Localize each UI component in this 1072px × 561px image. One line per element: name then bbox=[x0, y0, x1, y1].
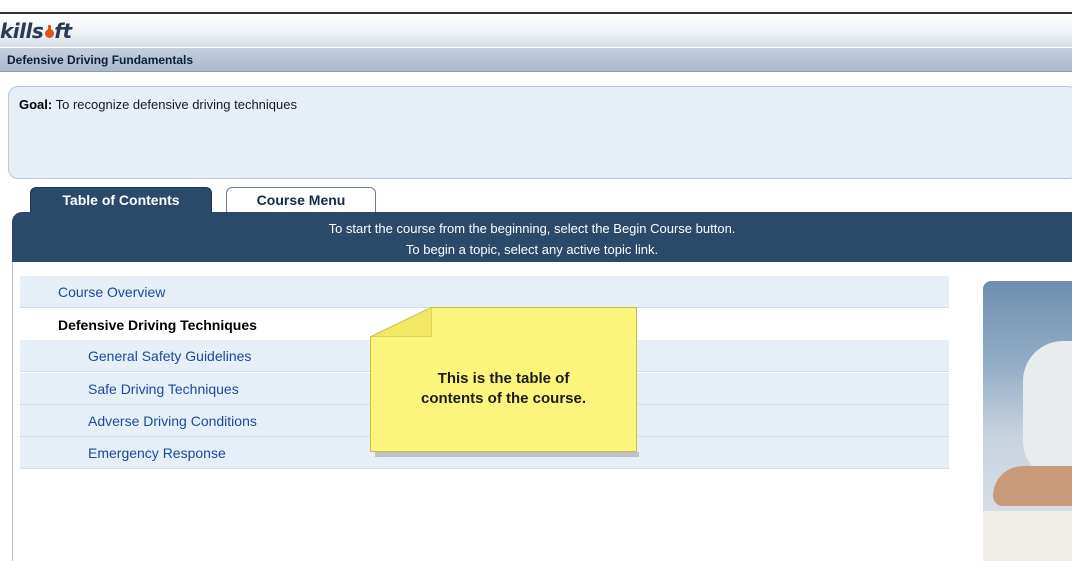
callout-line-2: contents of the course. bbox=[420, 390, 587, 407]
course-title-bar: Defensive Driving Fundamentals bbox=[0, 48, 1072, 72]
toc-link-general-safety-guidelines[interactable]: General Safety Guidelines bbox=[88, 348, 251, 364]
tab-course-menu[interactable]: Course Menu bbox=[226, 187, 376, 213]
goal-panel: Goal: To recognize defensive driving tec… bbox=[8, 86, 1072, 179]
goal-description: To recognize defensive driving technique… bbox=[52, 97, 297, 112]
toc-link-course-overview[interactable]: Course Overview bbox=[58, 284, 165, 300]
tab-table-of-contents[interactable]: Table of Contents bbox=[30, 187, 212, 213]
course-title: Defensive Driving Fundamentals bbox=[7, 53, 194, 67]
toc-link-adverse-driving-conditions[interactable]: Adverse Driving Conditions bbox=[88, 413, 257, 429]
banner-line-2: To begin a topic, select any active topi… bbox=[405, 242, 659, 257]
banner-line-1: To start the course from the beginning, … bbox=[328, 221, 736, 236]
callout-text: This is the table of contents of the cou… bbox=[370, 369, 637, 409]
toc-link-safe-driving-techniques[interactable]: Safe Driving Techniques bbox=[88, 381, 239, 397]
instructions-banner: To start the course from the beginning, … bbox=[12, 212, 1072, 262]
logo-text-left: kills bbox=[0, 19, 44, 43]
toc-link-emergency-response[interactable]: Emergency Response bbox=[88, 445, 226, 461]
callout-fold-icon bbox=[370, 307, 432, 337]
logo-mark-icon bbox=[43, 25, 55, 39]
skillsoft-logo: kills ft bbox=[0, 19, 72, 43]
callout-shadow bbox=[375, 452, 639, 457]
toc-section-heading: Defensive Driving Techniques bbox=[58, 317, 257, 333]
callout-note: This is the table of contents of the cou… bbox=[370, 307, 639, 457]
callout-line-1: This is the table of bbox=[437, 370, 570, 387]
logo-text-right: ft bbox=[54, 19, 72, 43]
goal-text: Goal: To recognize defensive driving tec… bbox=[19, 97, 297, 112]
top-rule bbox=[0, 0, 1072, 14]
toc-row-course-overview[interactable]: Course Overview bbox=[20, 276, 949, 308]
course-photo bbox=[983, 281, 1072, 561]
goal-label: Goal: bbox=[19, 97, 53, 112]
logo-bar: kills ft bbox=[0, 14, 1072, 47]
